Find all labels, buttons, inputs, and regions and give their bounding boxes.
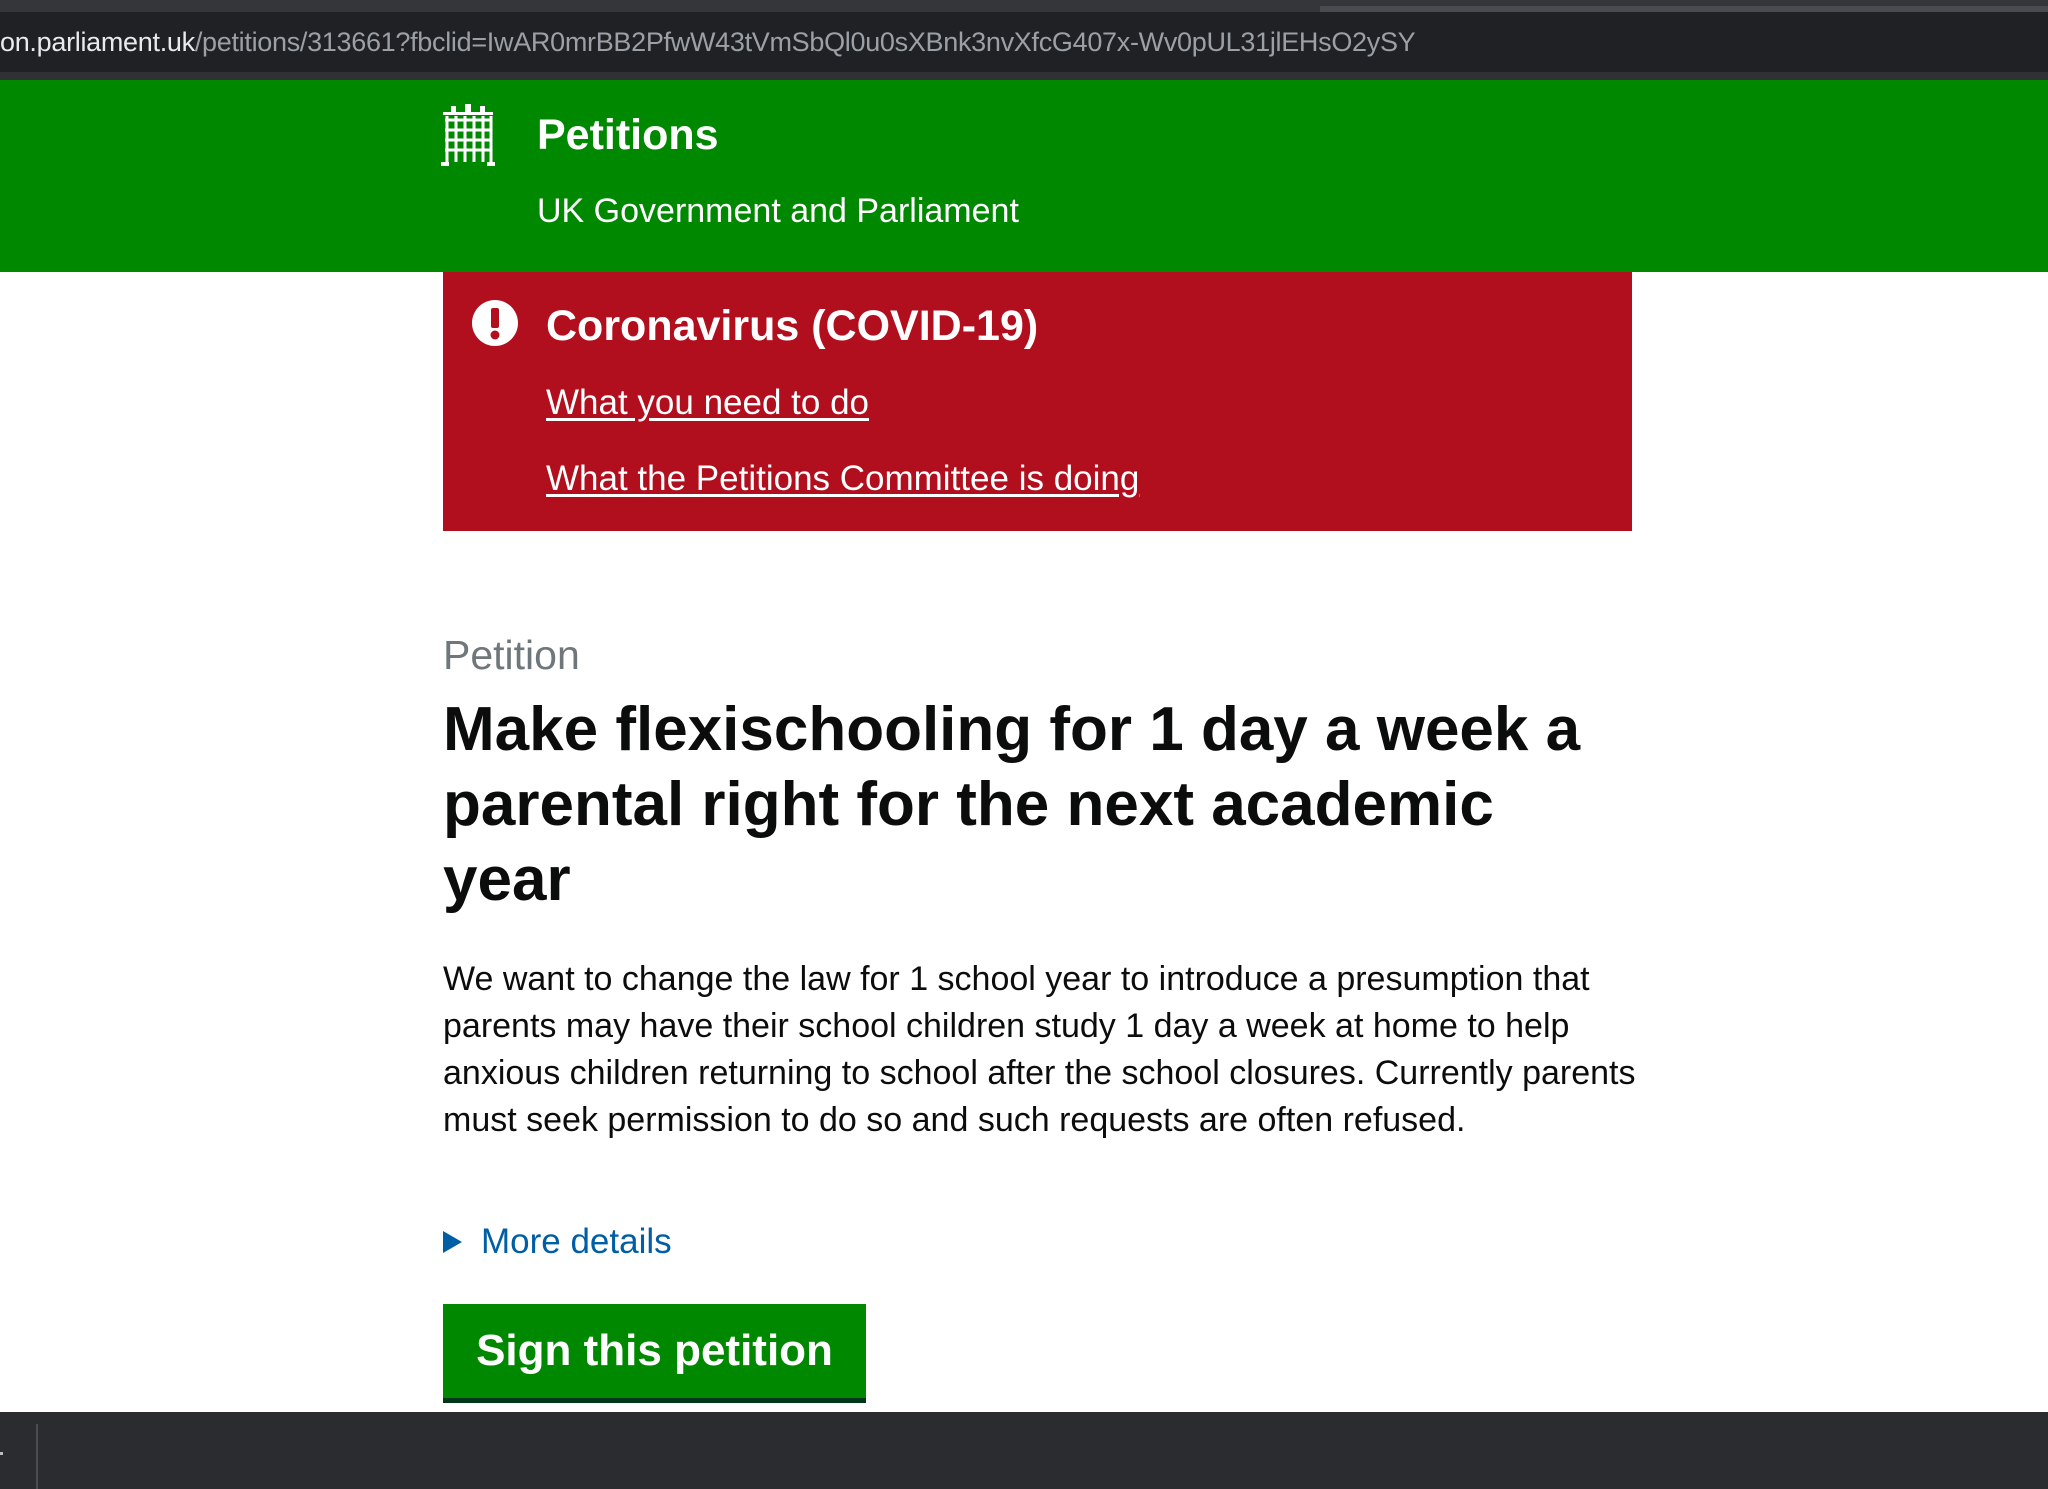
taskbar-divider (36, 1424, 38, 1489)
address-bar[interactable]: on.parliament.uk/petitions/313661?fbclid… (0, 12, 2048, 72)
more-details-label: More details (481, 1222, 672, 1261)
taskbar-edge (0, 1452, 3, 1455)
taskbar (0, 1412, 2048, 1489)
more-details-toggle[interactable]: More details (443, 1220, 672, 1264)
sign-petition-button[interactable]: Sign this petition (443, 1304, 866, 1398)
url-domain: on.parliament.uk (0, 27, 195, 57)
alert-title: Coronavirus (COVID-19) (546, 302, 1039, 350)
site-title[interactable]: Petitions (537, 110, 719, 160)
triangle-right-icon (443, 1231, 462, 1253)
site-subtitle[interactable]: UK Government and Parliament (537, 190, 1019, 232)
exclamation-icon (472, 300, 518, 346)
url-path: /petitions/313661?fbclid=IwAR0mrBB2PfwW4… (194, 27, 1416, 57)
portcullis-icon[interactable] (441, 104, 495, 166)
petition-title: Make flexischooling for 1 day a week a p… (443, 695, 1581, 914)
site-header (0, 80, 2048, 272)
covid-alert-banner: Coronavirus (COVID-19) What you need to … (443, 272, 1632, 531)
toolbar-divider (0, 72, 2048, 80)
address-url[interactable]: on.parliament.uk/petitions/313661?fbclid… (0, 24, 1416, 60)
what-you-need-to-do-link[interactable]: What you need to do (546, 382, 869, 424)
petitions-committee-link[interactable]: What the Petitions Committee is doing (546, 458, 1139, 500)
petition-label: Petition (443, 632, 580, 678)
browser-tab-strip (0, 0, 2048, 12)
petition-description: We want to change the law for 1 school y… (443, 960, 1636, 1139)
